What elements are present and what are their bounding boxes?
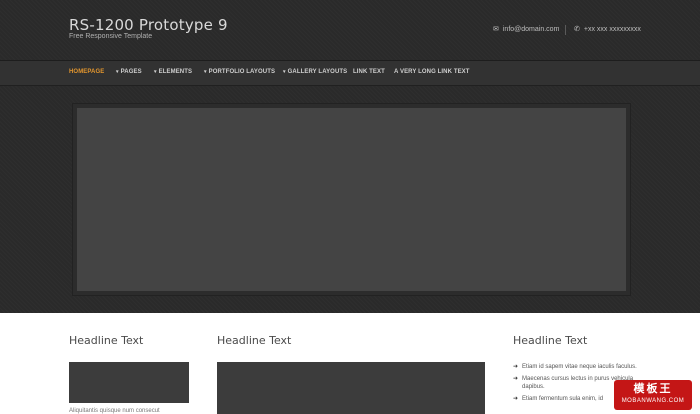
nav-item-link-text[interactable]: LINK TEXT xyxy=(353,69,385,75)
top-bar: RS-1200 Prototype 9 Free Responsive Temp… xyxy=(0,0,700,60)
column-2-headline: Headline Text xyxy=(217,334,292,347)
contact-divider xyxy=(565,25,566,35)
mail-icon: ✉ xyxy=(493,26,499,33)
column-1-image[interactable] xyxy=(69,362,189,403)
nav-item-label: HOMEPAGE xyxy=(69,69,105,75)
phone-icon: ✆ xyxy=(574,26,580,33)
list-item-text: Etiam fermentum sula enim, id xyxy=(522,396,604,402)
nav-item-portfolio-layouts[interactable]: ▾ PORTFOLIO LAYOUTS xyxy=(204,69,275,75)
contact-phone-text: +xx xxx xxxxxxxxx xyxy=(583,26,641,33)
nav-item-elements[interactable]: ▾ ELEMENTS xyxy=(154,69,192,75)
arrow-right-icon: ➜ xyxy=(513,364,519,370)
chevron-down-icon: ▾ xyxy=(154,69,157,75)
site-tagline: Free Responsive Template xyxy=(69,33,153,40)
chevron-down-icon: ▾ xyxy=(283,69,286,75)
watermark-text: 模板王 xyxy=(633,382,673,395)
list-item: ➜ Etiam id sapem vitae neque iaculis fac… xyxy=(513,363,643,371)
nav-item-pages[interactable]: ▾ PAGES xyxy=(116,69,142,75)
main-nav: HOMEPAGE ▾ PAGES ▾ ELEMENTS ▾ PORTFOLIO LAY… xyxy=(0,60,700,86)
contact-email[interactable]: ✉ info@domain.com xyxy=(493,26,559,33)
column-3-headline: Headline Text xyxy=(513,334,588,347)
chevron-down-icon: ▾ xyxy=(204,69,207,75)
nav-item-label: ELEMENTS xyxy=(158,69,193,75)
chevron-down-icon: ▾ xyxy=(116,69,119,75)
slider-image-placeholder[interactable] xyxy=(77,108,626,291)
contact-email-text[interactable]: info@domain.com xyxy=(503,26,560,33)
arrow-right-icon: ➜ xyxy=(513,376,519,382)
nav-item-label: LINK TEXT xyxy=(353,69,385,75)
nav-item-label: A VERY LONG LINK TEXT xyxy=(394,69,470,75)
nav-item-long-link-text[interactable]: A VERY LONG LINK TEXT xyxy=(394,69,470,75)
nav-item-homepage[interactable]: HOMEPAGE xyxy=(69,69,104,75)
nav-item-label: GALLERY LAYOUTS xyxy=(287,69,348,75)
nav-item-label: PAGES xyxy=(120,69,142,75)
watermark-url: MOBANWANG.COM xyxy=(621,398,685,404)
nav-item-label: PORTFOLIO LAYOUTS xyxy=(208,69,276,75)
contact-phone: ✆ +xx xxx xxxxxxxxx xyxy=(574,26,641,33)
watermark-logo: 模板王 MOBANWANG.COM xyxy=(614,380,692,410)
site-title[interactable]: RS-1200 Prototype 9 xyxy=(69,16,228,34)
arrow-right-icon: ➜ xyxy=(513,396,519,402)
column-1-headline: Headline Text xyxy=(69,334,144,347)
column-1-excerpt: Aliquitantis quisque num consecut xyxy=(69,408,160,414)
nav-item-gallery-layouts[interactable]: ▾ GALLERY LAYOUTS xyxy=(283,69,347,75)
list-item-text: Etiam id sapem vitae neque iaculis facul… xyxy=(522,364,637,370)
column-2-image[interactable] xyxy=(217,362,485,414)
